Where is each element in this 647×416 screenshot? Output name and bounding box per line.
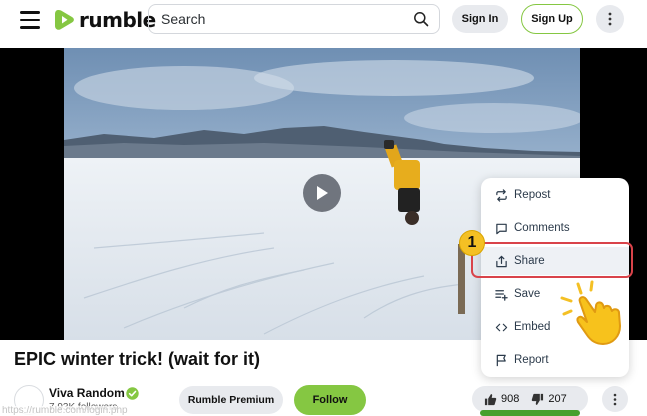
- hamburger-menu-icon[interactable]: [20, 11, 40, 29]
- save-playlist-icon: [495, 289, 508, 301]
- search-placeholder: Search: [161, 11, 206, 27]
- menu-item-report[interactable]: Report: [481, 346, 629, 374]
- search-input[interactable]: Search: [148, 4, 440, 34]
- rumble-logo-icon: [55, 10, 74, 30]
- embed-code-icon: [495, 323, 508, 331]
- follow-button[interactable]: Follow: [294, 385, 366, 415]
- thumbs-down-icon: [532, 393, 544, 405]
- logo-wordmark: rumble: [79, 8, 156, 32]
- pointing-hand-cursor-icon: [560, 280, 621, 345]
- video-more-options-icon[interactable]: [602, 386, 628, 412]
- menu-item-comments[interactable]: Comments: [481, 214, 629, 242]
- dislike-button[interactable]: 207: [519, 393, 567, 406]
- like-count: 908: [501, 393, 520, 405]
- like-button[interactable]: 908: [472, 393, 519, 406]
- vote-ratio-bar: [480, 410, 580, 416]
- play-button[interactable]: [303, 174, 341, 212]
- menu-item-repost[interactable]: Repost: [481, 181, 629, 209]
- top-header: rumble Search Sign In Sign Up: [0, 0, 647, 44]
- flag-icon: [496, 354, 506, 366]
- status-url-overlay: https://rumble.com/login.php: [0, 406, 180, 416]
- repost-icon: [496, 188, 507, 202]
- search-icon[interactable]: [413, 11, 429, 27]
- comment-icon: [496, 223, 507, 234]
- sign-in-button[interactable]: Sign In: [452, 5, 508, 33]
- step-number-badge: 1: [459, 230, 485, 256]
- more-options-icon[interactable]: [596, 5, 624, 33]
- video-title: EPIC winter trick! (wait for it): [14, 349, 261, 369]
- dislike-count: 207: [548, 393, 567, 405]
- rumble-logo[interactable]: rumble: [52, 7, 156, 33]
- sign-up-button[interactable]: Sign Up: [521, 4, 583, 34]
- rumble-premium-button[interactable]: Rumble Premium: [179, 386, 283, 414]
- play-icon: [317, 186, 328, 200]
- verified-badge-icon: [126, 387, 139, 400]
- thumbs-up-icon: [484, 393, 497, 405]
- vote-buttons: 908 207: [472, 386, 588, 412]
- share-highlight-outline: [471, 242, 633, 278]
- channel-name[interactable]: Viva Random: [49, 386, 125, 400]
